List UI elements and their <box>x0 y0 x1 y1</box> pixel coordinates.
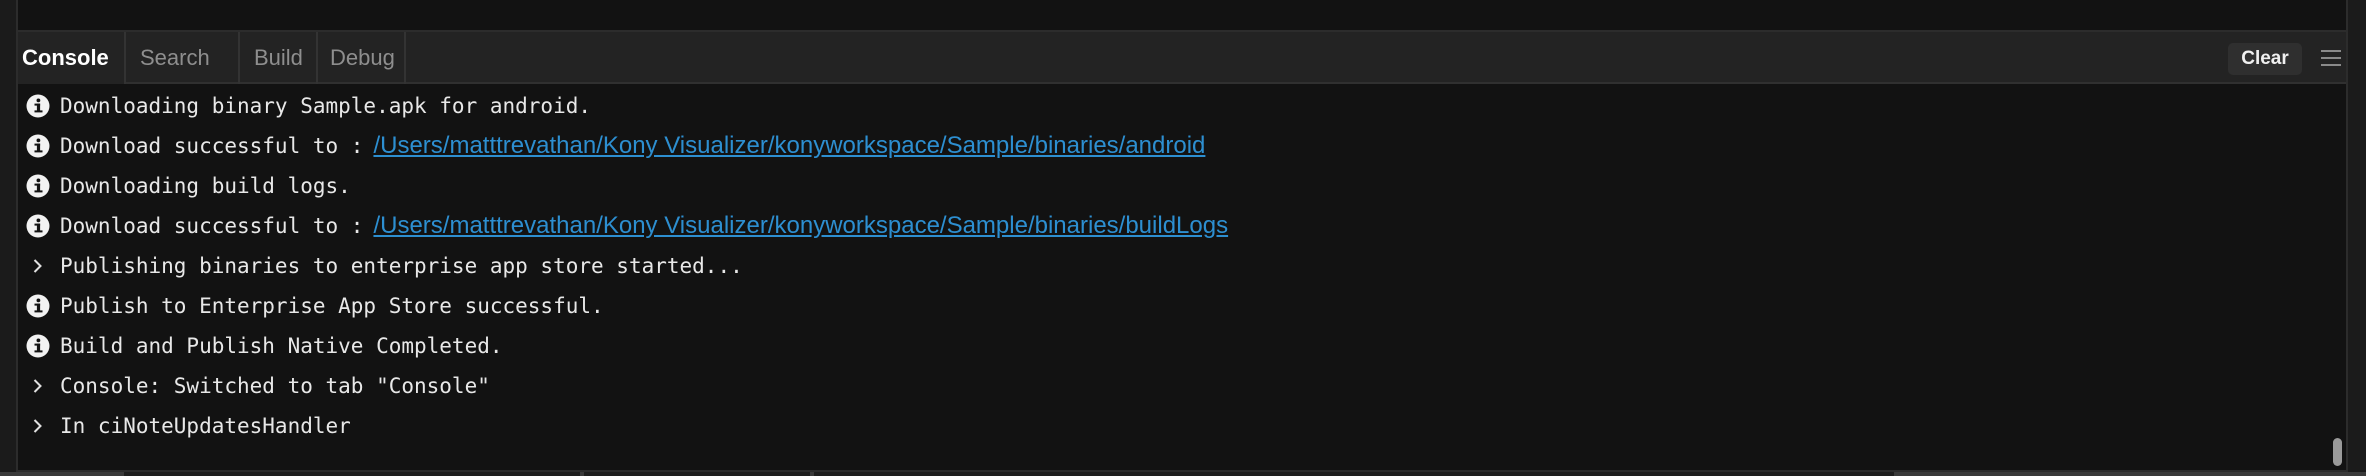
log-line: Console: Switched to tab "Console" <box>26 366 490 406</box>
log-message: Build and Publish Native Completed. <box>60 334 503 358</box>
tab-build-label: Build <box>254 45 303 70</box>
info-icon <box>26 94 50 118</box>
tab-console-label: Console <box>22 45 109 70</box>
bottom-status-strip <box>0 472 2366 476</box>
log-line: Publish to Enterprise App Store successf… <box>26 286 604 326</box>
status-segment <box>124 472 580 476</box>
log-message: Publishing binaries to enterprise app st… <box>60 254 743 278</box>
info-icon <box>26 294 50 318</box>
tab-build[interactable]: Build <box>240 32 318 84</box>
panel-tab-bar: Console Search Build Debug Clear <box>18 32 2346 84</box>
tab-console[interactable]: Console <box>18 32 126 84</box>
log-line: Download successful to : /Users/matttrev… <box>26 206 1228 246</box>
info-icon <box>26 214 50 238</box>
log-message: In ciNoteUpdatesHandler <box>60 414 351 438</box>
log-line: In ciNoteUpdatesHandler <box>26 406 351 446</box>
log-path-link[interactable]: /Users/matttrevathan/Kony Visualizer/kon… <box>373 212 1228 240</box>
top-strip <box>0 0 2366 30</box>
editor-area-bottom <box>16 0 2348 30</box>
info-icon <box>26 334 50 358</box>
chevron-right-icon <box>26 254 50 278</box>
info-icon <box>26 134 50 158</box>
status-segment <box>584 472 810 476</box>
log-path-link[interactable]: /Users/matttrevathan/Kony Visualizer/kon… <box>373 132 1205 160</box>
log-message: Downloading binary Sample.apk for androi… <box>60 94 592 118</box>
tab-debug[interactable]: Debug <box>318 32 406 84</box>
log-message: Downloading build logs. <box>60 174 351 198</box>
clear-button[interactable]: Clear <box>2228 43 2302 75</box>
log-message: Console: Switched to tab "Console" <box>60 374 490 398</box>
log-line: Build and Publish Native Completed. <box>26 326 503 366</box>
scrollbar-thumb[interactable] <box>2333 438 2342 466</box>
vertical-scrollbar[interactable] <box>2328 84 2346 470</box>
log-message: Publish to Enterprise App Store successf… <box>60 294 604 318</box>
log-message: Download successful to : <box>60 214 364 238</box>
log-line: Downloading binary Sample.apk for androi… <box>26 86 591 126</box>
log-line: Downloading build logs. <box>26 166 351 206</box>
chevron-right-icon <box>26 374 50 398</box>
status-segment <box>814 472 1894 476</box>
tab-debug-label: Debug <box>330 45 395 70</box>
console-panel: Console Search Build Debug Clear Downloa… <box>16 30 2348 472</box>
tab-search[interactable]: Search <box>126 32 240 84</box>
log-line: Publishing binaries to enterprise app st… <box>26 246 743 286</box>
info-icon <box>26 174 50 198</box>
hamburger-menu-icon[interactable] <box>2320 46 2342 70</box>
log-message: Download successful to : <box>60 134 364 158</box>
log-line: Download successful to : /Users/matttrev… <box>26 126 1205 166</box>
tab-search-label: Search <box>140 45 210 70</box>
console-log[interactable]: Downloading binary Sample.apk for androi… <box>18 84 2328 470</box>
chevron-right-icon <box>26 414 50 438</box>
